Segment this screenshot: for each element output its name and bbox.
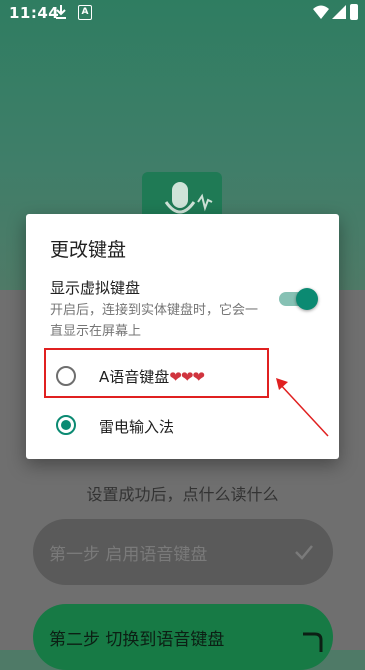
background-hint-text: 设置成功后，点什么读什么	[86, 485, 279, 504]
annotation-arrow-icon	[276, 378, 329, 437]
a-notification-icon: A	[78, 5, 92, 20]
show-virtual-keyboard-description: 开启后，连接到实体键盘时，它会一直显示在屏幕上	[50, 303, 259, 339]
annotation-highlight-box	[44, 348, 269, 398]
step2-label: 第二步 切换到语音键盘	[49, 629, 225, 650]
download-icon	[56, 5, 66, 19]
signal-icon	[332, 5, 346, 19]
status-time: 11:44	[9, 4, 60, 22]
dialog-title: 更改键盘	[50, 239, 127, 261]
status-bar: 11:44 A	[0, 0, 365, 28]
radio-checked-icon[interactable]	[56, 415, 76, 435]
show-virtual-keyboard-label: 显示虚拟键盘	[50, 279, 141, 297]
radio-dot	[61, 420, 71, 430]
wifi-icon	[313, 5, 329, 19]
step1-label: 第一步 启用语音键盘	[49, 544, 208, 565]
switch-knob	[296, 288, 318, 310]
show-virtual-keyboard-switch[interactable]	[279, 288, 318, 310]
step1-enable-keyboard-button[interactable]: 第一步 启用语音键盘	[33, 519, 333, 585]
option-label: 雷电输入法	[99, 418, 175, 436]
check-icon	[295, 545, 313, 560]
step2-switch-keyboard-button[interactable]: 第二步 切换到语音键盘	[33, 604, 333, 670]
battery-icon	[350, 4, 358, 20]
